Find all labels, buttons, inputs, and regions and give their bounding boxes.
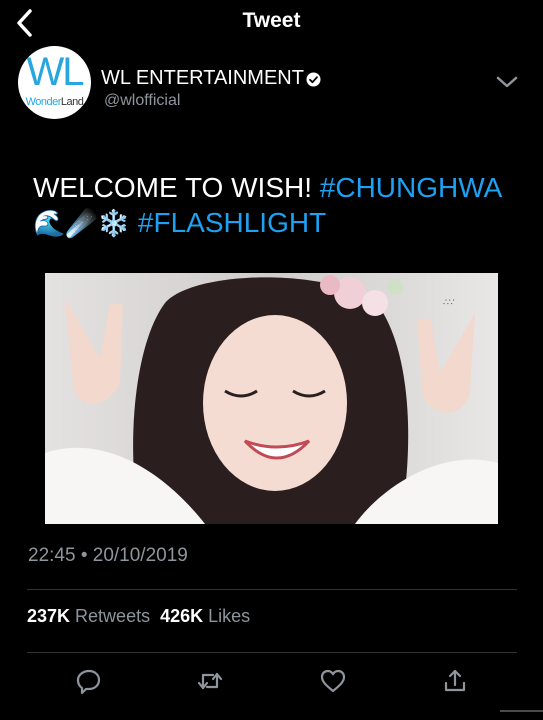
- avatar-subtext: WonderLand: [18, 96, 91, 108]
- retweets-count: 237K: [27, 606, 71, 626]
- divider: [27, 652, 517, 653]
- verified-badge-icon: [306, 72, 321, 87]
- svg-text:∴∵: ∴∵: [443, 298, 454, 308]
- tweet-menu-button[interactable]: [495, 73, 519, 91]
- share-icon: [444, 669, 466, 692]
- tweet-timestamp[interactable]: 22:45 • 20/10/2019: [28, 545, 188, 567]
- avatar-subtext-a: Wonder: [25, 96, 62, 108]
- tweet-photo[interactable]: ∴∵: [45, 273, 498, 524]
- tweet-text-plain: WELCOME TO WISH!: [33, 172, 320, 203]
- display-name[interactable]: WL ENTERTAINMENT: [101, 67, 304, 90]
- home-indicator: [500, 710, 543, 712]
- comet-emoji: ☄️: [65, 208, 98, 238]
- divider: [27, 589, 517, 590]
- reply-button[interactable]: [74, 666, 104, 696]
- engagement-stats: 237K Retweets 426K Likes: [27, 606, 250, 627]
- wave-emoji: 🌊: [33, 208, 66, 238]
- tweet-time: 22:45: [28, 545, 76, 566]
- likes-label: Likes: [208, 606, 251, 626]
- likes-count: 426K: [160, 606, 204, 626]
- like-button[interactable]: [318, 666, 348, 696]
- heart-icon: [320, 669, 346, 693]
- avatar-logo: WL: [18, 52, 91, 92]
- timestamp-separator: •: [80, 545, 88, 566]
- avatar[interactable]: WL WonderLand: [18, 46, 91, 119]
- chevron-down-icon: [496, 76, 518, 88]
- hashtag-link-flashlight[interactable]: #FLASHLIGHT: [138, 207, 326, 238]
- likes-link[interactable]: 426K Likes: [160, 606, 250, 626]
- avatar-logo-text: WL: [26, 50, 85, 94]
- retweet-button[interactable]: [195, 666, 225, 696]
- page-title: Tweet: [242, 9, 301, 32]
- tweet-date: 20/10/2019: [92, 545, 188, 566]
- retweet-icon: [197, 672, 223, 690]
- share-button[interactable]: [440, 666, 470, 696]
- user-handle[interactable]: @wlofficial: [104, 92, 180, 110]
- snowflake-emoji: ❄️: [97, 208, 131, 238]
- photo-illustration: ∴∵: [45, 273, 498, 524]
- tweet-text: WELCOME TO WISH! #CHUNGHWA 🌊☄️❄️ #FLASHL…: [33, 170, 523, 241]
- avatar-subtext-b: Land: [60, 96, 84, 108]
- retweets-label: Retweets: [75, 606, 151, 626]
- hashtag-link-chunghwa[interactable]: #CHUNGHWA: [320, 172, 503, 203]
- reply-icon: [76, 669, 101, 695]
- retweets-link[interactable]: 237K Retweets: [27, 606, 150, 626]
